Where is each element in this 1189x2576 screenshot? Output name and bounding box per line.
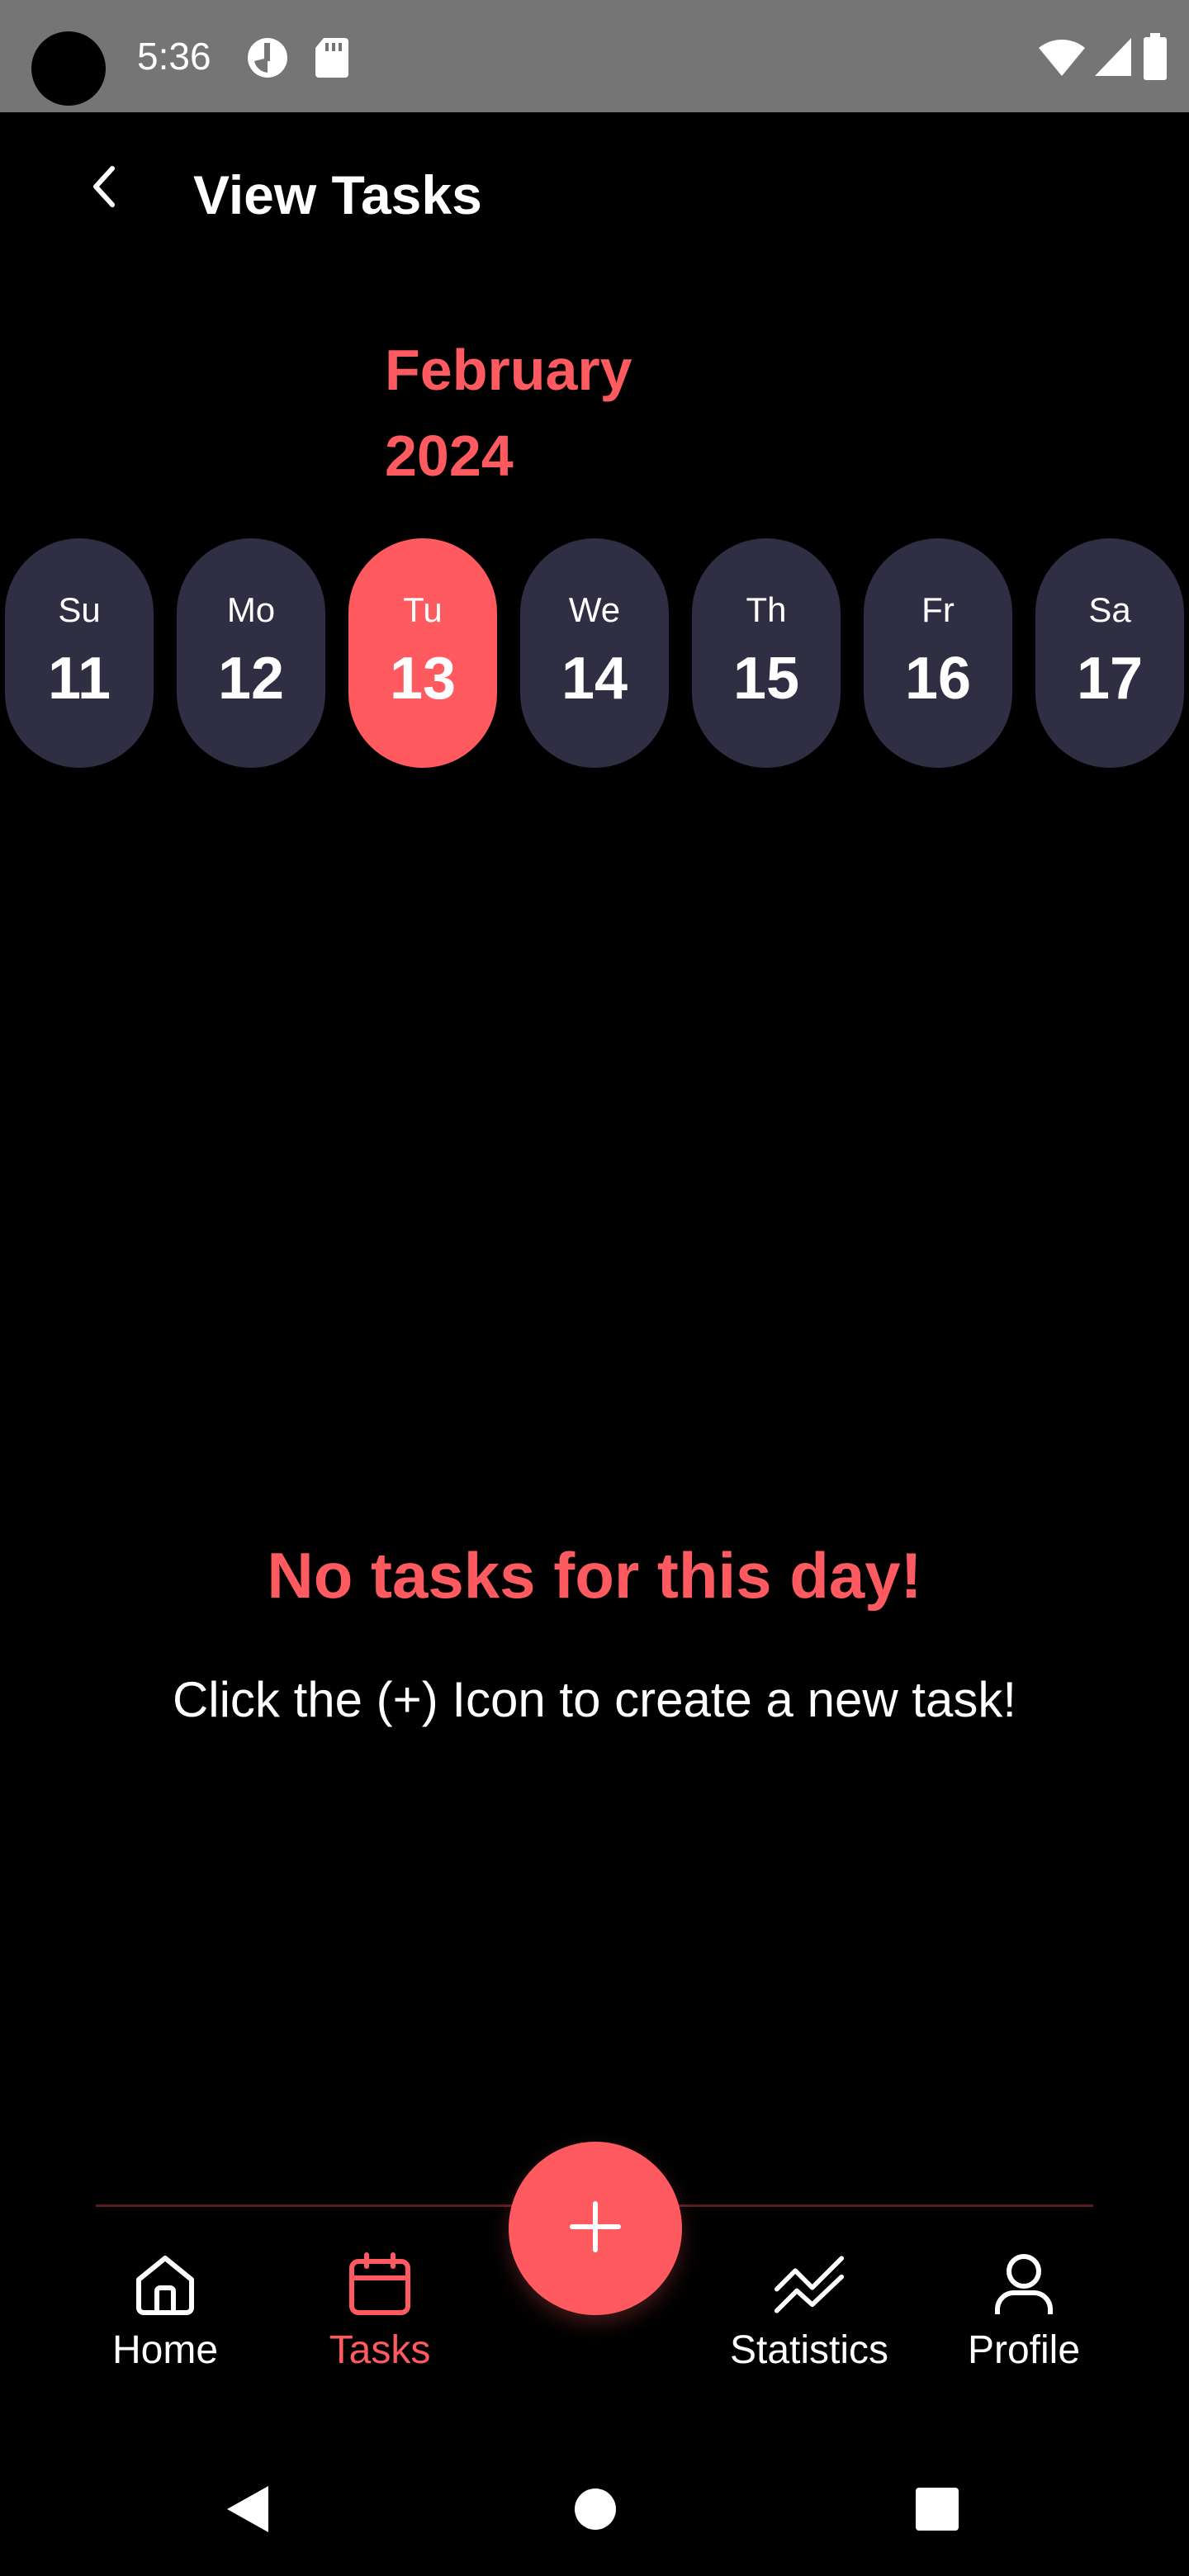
- day-pill-12[interactable]: Mo 12: [177, 538, 325, 768]
- battery-icon: [1143, 33, 1168, 85]
- nav-label-home: Home: [111, 2328, 219, 2372]
- wifi-icon: [1037, 36, 1087, 82]
- sd-card-icon: [314, 36, 350, 83]
- system-recents-button[interactable]: [908, 2482, 966, 2540]
- plus-icon: [569, 2200, 622, 2257]
- day-abbr: Tu: [403, 590, 443, 629]
- day-pill-16[interactable]: Fr 16: [864, 538, 1012, 768]
- home-icon: [130, 2249, 201, 2320]
- empty-state-hint: Click the (+) Icon to create a new task!: [172, 1672, 1017, 1727]
- day-number: 12: [217, 646, 285, 712]
- data-saver-icon: [246, 36, 289, 83]
- day-abbr: Sa: [1088, 590, 1131, 629]
- day-number: 15: [732, 646, 800, 712]
- back-button[interactable]: [74, 159, 134, 218]
- status-bar: 5:36: [0, 0, 1189, 112]
- day-pill-14[interactable]: We 14: [520, 538, 669, 768]
- day-number: 17: [1076, 646, 1144, 712]
- day-pill-17[interactable]: Sa 17: [1035, 538, 1184, 768]
- system-home-button[interactable]: [566, 2482, 624, 2540]
- day-pill-15[interactable]: Th 15: [692, 538, 841, 768]
- chart-line-icon: [774, 2249, 845, 2320]
- nav-label-tasks: Tasks: [329, 2328, 431, 2372]
- year-label: 2024: [385, 424, 514, 488]
- empty-state-title: No tasks for this day!: [267, 1539, 922, 1612]
- nav-item-statistics[interactable]: Statistics: [718, 2249, 900, 2381]
- calendar-icon: [344, 2249, 415, 2320]
- day-abbr: We: [568, 590, 621, 629]
- home-circle-icon: [573, 2487, 618, 2536]
- day-pill-11[interactable]: Su 11: [5, 538, 154, 768]
- day-abbr: Fr: [921, 590, 955, 629]
- nav-item-profile[interactable]: Profile: [950, 2249, 1098, 2381]
- chevron-left-icon: [88, 163, 121, 214]
- day-strip: Su 11 Mo 12 Tu 13 We 14 Th 15 Fr 16 Sa 1…: [5, 538, 1189, 768]
- signal-icon: [1093, 36, 1133, 82]
- day-number: 13: [389, 646, 457, 712]
- status-time: 5:36: [137, 35, 211, 78]
- add-task-button[interactable]: [509, 2142, 682, 2315]
- day-abbr: Su: [58, 590, 101, 629]
- camera-cutout: [31, 31, 106, 106]
- nav-item-home[interactable]: Home: [99, 2249, 231, 2381]
- day-abbr: Th: [746, 590, 787, 629]
- back-triangle-icon: [224, 2483, 273, 2540]
- user-icon: [988, 2249, 1059, 2320]
- system-back-button[interactable]: [220, 2482, 277, 2540]
- day-abbr: Mo: [226, 590, 276, 629]
- recents-square-icon: [914, 2486, 960, 2536]
- day-number: 11: [47, 646, 111, 712]
- page-title: View Tasks: [193, 164, 482, 225]
- day-number: 16: [904, 646, 972, 712]
- month-year-label: February 2024: [385, 327, 666, 499]
- nav-label-profile: Profile: [967, 2328, 1081, 2372]
- day-pill-13-selected[interactable]: Tu 13: [348, 538, 497, 768]
- month-label: February: [385, 338, 632, 402]
- nav-label-statistics: Statistics: [729, 2328, 889, 2372]
- day-number: 14: [561, 646, 628, 712]
- nav-item-tasks[interactable]: Tasks: [314, 2249, 446, 2381]
